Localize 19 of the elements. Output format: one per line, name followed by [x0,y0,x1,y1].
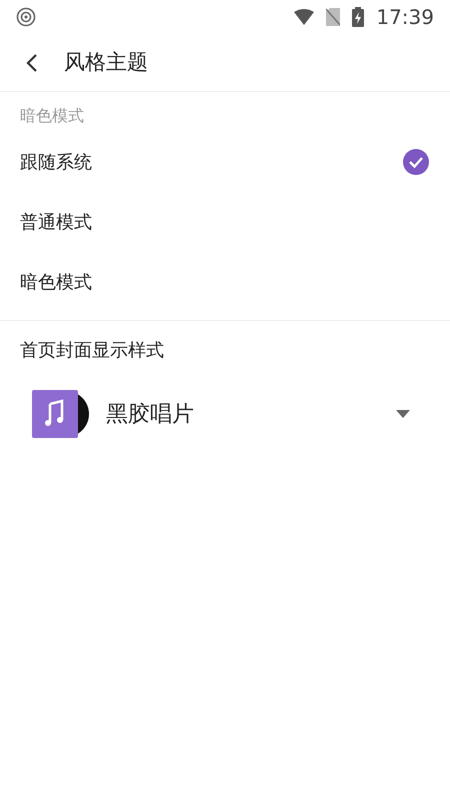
dropdown-value: 黑胶唱片 [106,400,194,428]
status-time: 17:39 [376,4,434,31]
section-heading: 暗色模式 [20,106,84,125]
caret-icon [396,410,410,418]
back-icon [26,52,38,72]
disc-icon [16,7,36,27]
section-heading: 首页封面显示样式 [20,340,164,361]
no-sim-icon [326,8,340,26]
theme-option[interactable]: 普通模式 [0,192,450,252]
theme-option[interactable]: 跟随系统 [0,132,450,192]
theme-option[interactable]: 暗色模式 [0,252,450,312]
wifi-icon [294,9,314,25]
option-label: 暗色模式 [20,270,92,294]
vinyl-cover-icon [32,390,90,438]
cover-style-dropdown[interactable]: 黑胶唱片 [32,388,418,440]
page-title: 风格主题 [64,48,148,76]
option-label: 跟随系统 [20,150,92,174]
battery-icon [352,7,364,27]
option-label: 普通模式 [20,210,92,234]
